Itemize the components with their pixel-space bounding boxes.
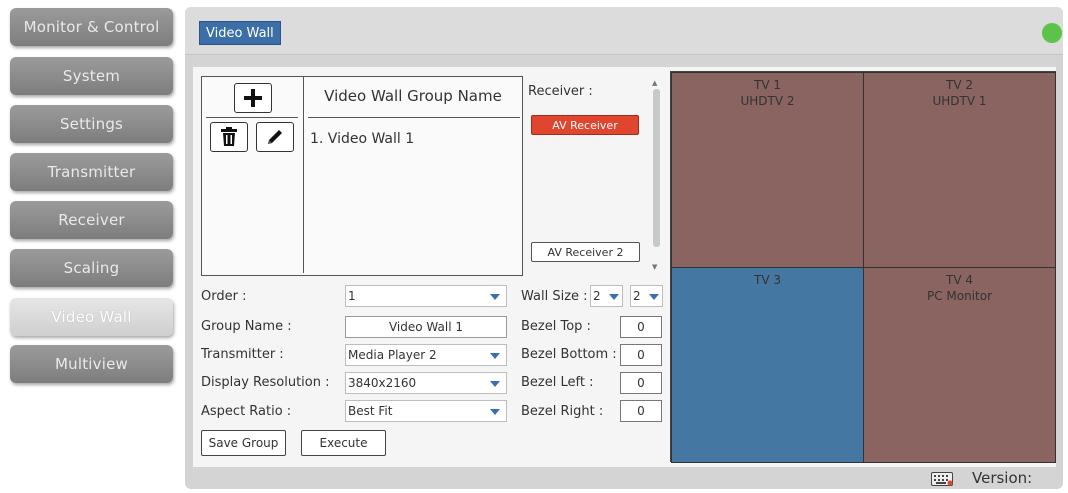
cell-name: TV 1: [754, 78, 781, 92]
group-list-box: Video Wall Group Name 1. Video Wall 1: [201, 76, 523, 276]
scroll-down-icon[interactable]: ▼: [652, 263, 657, 271]
transmitter-select[interactable]: Media Player 2: [345, 344, 507, 366]
aspect-ratio-label: Aspect Ratio :: [201, 404, 292, 419]
receiver-scrollbar[interactable]: ▲ ▼: [652, 79, 660, 279]
title-bar: Video Wall: [185, 7, 1063, 55]
save-group-button[interactable]: Save Group: [201, 430, 286, 456]
chevron-down-icon: [490, 381, 500, 387]
bezel-top-input[interactable]: 0: [620, 316, 662, 338]
nav-transmitter[interactable]: Transmitter: [10, 153, 173, 191]
delete-group-button[interactable]: [210, 122, 248, 152]
version-label: Version:: [972, 469, 1033, 487]
group-list-item[interactable]: 1. Video Wall 1: [310, 131, 414, 147]
video-wall-grid: TV 1 UHDTV 2 TV 2 UHDTV 1 TV 3 TV 4 PC M…: [670, 71, 1056, 463]
nav-settings[interactable]: Settings: [10, 105, 173, 143]
wall-cell-tv4[interactable]: TV 4 PC Monitor: [863, 267, 1056, 463]
cell-source: PC Monitor: [926, 289, 993, 303]
scroll-up-icon[interactable]: ▲: [652, 79, 657, 87]
transmitter-value: Media Player 2: [348, 348, 437, 362]
receiver-button-av-receiver[interactable]: AV Receiver: [531, 115, 639, 135]
bezel-bottom-label: Bezel Bottom :: [521, 347, 617, 362]
chevron-down-icon: [490, 294, 500, 300]
chevron-down-icon: [490, 353, 500, 359]
wall-cell-tv2[interactable]: TV 2 UHDTV 1: [863, 72, 1056, 268]
cell-name: TV 2: [946, 78, 973, 92]
edit-group-button[interactable]: [256, 122, 294, 152]
bezel-left-label: Bezel Left :: [521, 375, 594, 390]
video-wall-content: Video Wall Group Name 1. Video Wall 1 Re…: [193, 67, 1056, 467]
wall-columns-select[interactable]: 2: [590, 285, 623, 307]
chevron-down-icon: [609, 294, 619, 300]
nav-monitor-control[interactable]: Monitor & Control: [10, 8, 173, 46]
nav-receiver[interactable]: Receiver: [10, 201, 173, 239]
wall-cell-tv3[interactable]: TV 3: [671, 267, 864, 463]
plus-icon: [244, 89, 262, 107]
cell-source: UHDTV 2: [740, 94, 795, 108]
wall-columns-value: 2: [593, 289, 601, 303]
bezel-right-label: Bezel Right :: [521, 404, 604, 419]
status-indicator: [1042, 23, 1062, 43]
group-box-divider: [303, 77, 304, 273]
receiver-button-av-receiver-2[interactable]: AV Receiver 2: [531, 242, 640, 262]
cell-source: UHDTV 1: [932, 94, 987, 108]
toolbar-divider: [206, 117, 298, 118]
pencil-icon: [268, 130, 282, 144]
order-select[interactable]: 1: [345, 285, 507, 307]
page-title: Video Wall: [199, 21, 281, 45]
group-name-header: Video Wall Group Name: [324, 87, 502, 105]
bezel-left-input[interactable]: 0: [620, 372, 662, 394]
cell-name: TV 4: [946, 273, 973, 287]
order-label: Order :: [201, 289, 247, 304]
wall-rows-select[interactable]: 2: [630, 285, 663, 307]
cell-name: TV 3: [754, 273, 781, 287]
nav-scaling[interactable]: Scaling: [10, 249, 173, 287]
bezel-top-label: Bezel Top :: [521, 319, 591, 334]
bezel-bottom-input[interactable]: 0: [620, 344, 662, 366]
nav-video-wall[interactable]: Video Wall: [10, 298, 173, 336]
trash-icon: [221, 127, 237, 146]
main-panel: Video Wall Video Wall Group Name 1. Vide…: [185, 7, 1063, 489]
header-divider: [308, 117, 520, 118]
keyboard-icon[interactable]: [931, 472, 953, 486]
add-group-button[interactable]: [234, 83, 272, 113]
chevron-down-icon: [649, 294, 659, 300]
chevron-down-icon: [490, 409, 500, 415]
nav-system[interactable]: System: [10, 57, 173, 95]
bezel-right-input[interactable]: 0: [620, 400, 662, 422]
execute-button[interactable]: Execute: [301, 430, 386, 456]
nav-multiview[interactable]: Multiview: [10, 345, 173, 383]
scrollbar-thumb[interactable]: [653, 89, 660, 247]
wall-size-label: Wall Size :: [521, 289, 588, 304]
wall-rows-value: 2: [633, 289, 641, 303]
wall-cell-tv1[interactable]: TV 1 UHDTV 2: [671, 72, 864, 268]
group-name-label: Group Name :: [201, 319, 292, 334]
aspect-ratio-value: Best Fit: [348, 404, 393, 418]
display-resolution-label: Display Resolution :: [201, 375, 330, 390]
order-value: 1: [348, 289, 356, 303]
display-resolution-value: 3840x2160: [348, 376, 417, 390]
receiver-label: Receiver :: [528, 84, 593, 99]
display-resolution-select[interactable]: 3840x2160: [345, 372, 507, 394]
aspect-ratio-select[interactable]: Best Fit: [345, 400, 507, 422]
group-name-input[interactable]: Video Wall 1: [345, 316, 507, 338]
transmitter-label: Transmitter :: [201, 347, 284, 362]
